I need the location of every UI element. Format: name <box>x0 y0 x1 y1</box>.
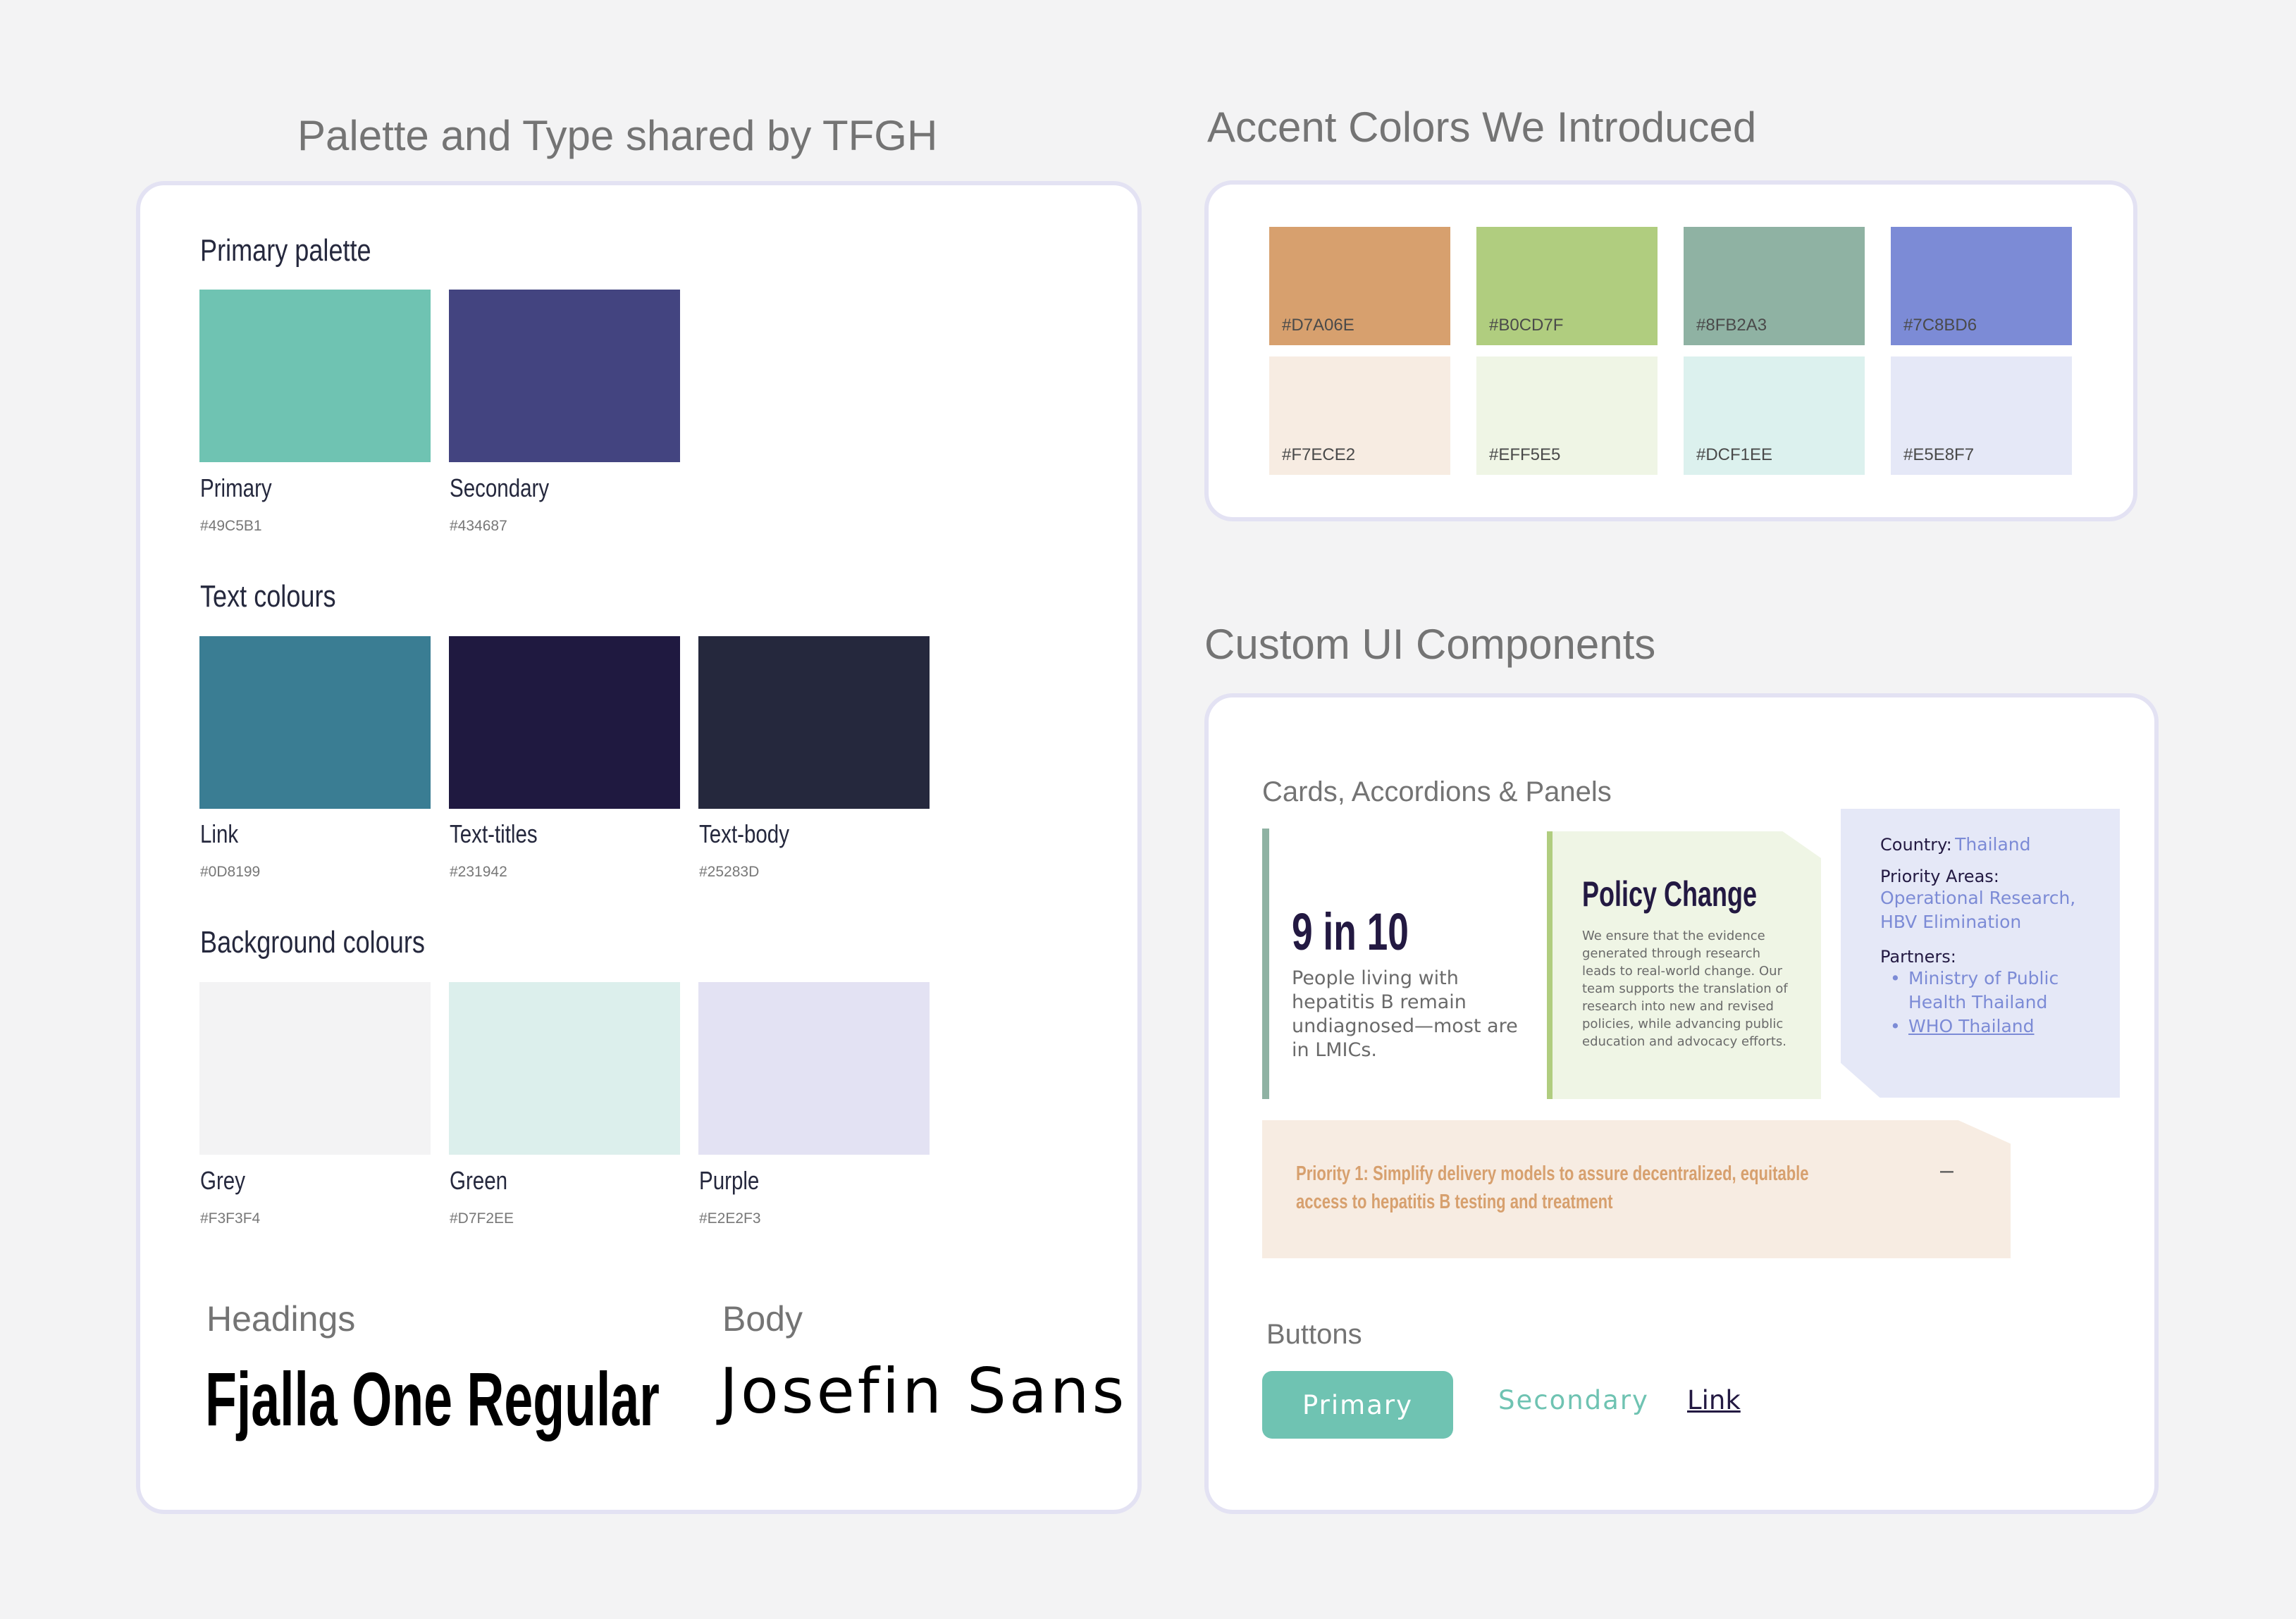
swatch-name: Secondary <box>450 473 550 502</box>
text-colours-heading: Text colours <box>200 579 336 614</box>
accent-swatch: #EFF5E5 <box>1476 356 1658 475</box>
accent-swatch: #8FB2A3 <box>1684 227 1865 345</box>
accent-section-title: Accent Colors We Introduced <box>1207 104 1757 151</box>
partner-link[interactable]: WHO Thailand <box>1908 1016 2035 1036</box>
swatch-hex: #0D8199 <box>200 864 261 880</box>
stat-value: 9 in 10 <box>1292 902 1409 961</box>
background-colours-heading: Background colours <box>200 925 425 960</box>
accent-panel: #D7A06E #B0CD7F #8FB2A3 #7C8BD6 #F7ECE2 … <box>1204 180 2137 521</box>
accent-swatch: #E5E8F7 <box>1891 356 2072 475</box>
headings-font-sample: Fjalla One Regular <box>205 1356 660 1441</box>
swatch-green <box>449 982 680 1155</box>
swatch-name: Text-titles <box>450 819 538 848</box>
body-label: Body <box>722 1299 803 1339</box>
cards-label: Cards, Accordions & Panels <box>1262 776 1612 807</box>
policy-heading: Policy Change <box>1582 874 1758 914</box>
swatch-hex: #434687 <box>450 518 507 534</box>
priority-areas-label: Priority Areas: <box>1880 867 1999 886</box>
accent-hex: #7C8BD6 <box>1903 316 1977 335</box>
swatch-hex: #D7F2EE <box>450 1210 514 1227</box>
swatch-primary <box>199 290 431 462</box>
swatch-hex: #231942 <box>450 864 507 880</box>
accent-hex: #DCF1EE <box>1696 445 1773 464</box>
accent-hex: #8FB2A3 <box>1696 316 1767 335</box>
palette-section-title: Palette and Type shared by TFGH <box>297 112 938 159</box>
swatch-link <box>199 636 431 809</box>
accordion-title[interactable]: Priority 1: Simplify delivery models to … <box>1296 1160 1864 1216</box>
accent-hex: #F7ECE2 <box>1282 445 1356 464</box>
stat-card: 9 in 10 People living with hepatitis B r… <box>1262 829 1537 1099</box>
accent-hex: #D7A06E <box>1282 316 1354 335</box>
accent-swatch: #B0CD7F <box>1476 227 1658 345</box>
priority-accordion[interactable]: Priority 1: Simplify delivery models to … <box>1262 1120 2011 1258</box>
swatch-purple <box>698 982 930 1155</box>
accent-swatch: #F7ECE2 <box>1269 356 1450 475</box>
link-button[interactable]: Link <box>1687 1385 1741 1415</box>
swatch-text-titles <box>449 636 680 809</box>
partner-item: • Ministry of Public Health Thailand <box>1890 968 2059 1012</box>
policy-description: We ensure that the evidence generated th… <box>1582 929 1788 1049</box>
swatch-secondary <box>449 290 680 462</box>
swatch-name: Green <box>450 1166 508 1195</box>
swatch-name: Text-body <box>699 819 789 848</box>
partner-name: Ministry of Public Health Thailand <box>1908 968 2059 1012</box>
swatch-grey <box>199 982 431 1155</box>
accent-swatch: #7C8BD6 <box>1891 227 2072 345</box>
primary-palette-heading: Primary palette <box>200 233 371 268</box>
swatch-hex: #F3F3F4 <box>200 1210 261 1227</box>
country-value: Thailand <box>1955 834 2031 855</box>
country-label: Country: <box>1880 835 1952 855</box>
accent-hex: #E5E8F7 <box>1903 445 1975 464</box>
secondary-button[interactable]: Secondary <box>1498 1385 1649 1415</box>
partner-item-link[interactable]: • WHO Thailand <box>1880 1015 2106 1038</box>
accent-hex: #EFF5E5 <box>1489 445 1561 464</box>
swatch-hex: #E2E2F3 <box>699 1210 761 1227</box>
country-info-panel: Country: Thailand Priority Areas: Operat… <box>1841 809 2120 1098</box>
stat-description: People living with hepatitis B remain un… <box>1292 967 1518 1061</box>
swatch-name: Purple <box>699 1166 760 1195</box>
headings-label: Headings <box>206 1299 356 1339</box>
swatch-name: Primary <box>200 473 272 502</box>
accent-swatch: #D7A06E <box>1269 227 1450 345</box>
accent-swatch: #DCF1EE <box>1684 356 1865 475</box>
palette-type-panel: Primary palette Primary #49C5B1 Secondar… <box>136 181 1142 1514</box>
swatch-hex: #49C5B1 <box>200 518 262 534</box>
accent-hex: #B0CD7F <box>1489 316 1564 335</box>
swatch-name: Link <box>200 819 239 848</box>
policy-card: Policy Change We ensure that the evidenc… <box>1547 831 1821 1099</box>
swatch-hex: #25283D <box>699 864 760 880</box>
body-font-sample: Josefin Sans <box>720 1355 1128 1427</box>
swatch-name: Grey <box>200 1166 245 1195</box>
priority-areas-value: Operational Research, HBV Elimination <box>1880 888 2076 932</box>
collapse-icon[interactable]: – <box>1940 1157 1954 1184</box>
buttons-label: Buttons <box>1266 1319 1362 1350</box>
partners-label: Partners: <box>1880 947 1956 967</box>
components-section-title: Custom UI Components <box>1204 621 1656 668</box>
swatch-text-body <box>698 636 930 809</box>
primary-button[interactable]: Primary <box>1262 1371 1453 1439</box>
